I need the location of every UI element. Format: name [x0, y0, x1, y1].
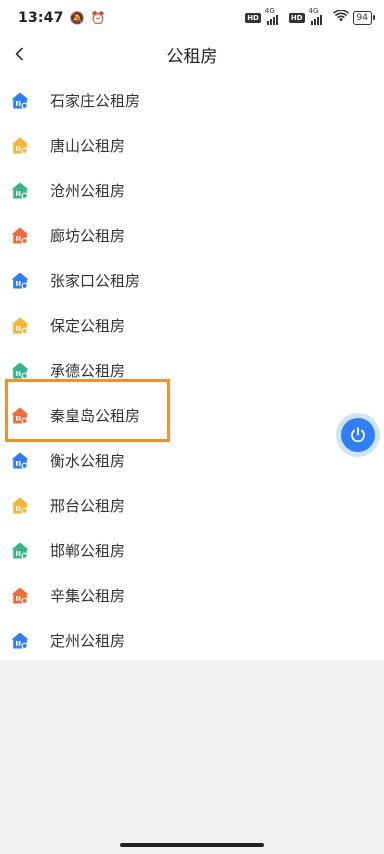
nav-bar: 公租房 — [0, 38, 384, 70]
power-button[interactable] — [336, 413, 380, 457]
alarm-icon: ⏰ — [90, 11, 106, 25]
list-item[interactable]: 辛集公租房 — [0, 573, 384, 618]
home-indicator[interactable] — [120, 843, 264, 847]
list-item-label: 保定公租房 — [50, 317, 126, 335]
network-label: 4G — [264, 7, 275, 15]
list-item[interactable]: 沧州公租房 — [0, 168, 384, 213]
list-item-label: 定州公租房 — [50, 632, 126, 650]
list-item[interactable]: 石家庄公租房 — [0, 78, 384, 123]
wifi-icon — [332, 9, 349, 26]
signal-icon: 4G — [265, 7, 285, 25]
app-screen: 13:47 🔕 ⏰ HD 4G HD 4G 94 公租房 石家庄公租房 唐山公租… — [0, 0, 384, 854]
house-icon — [10, 226, 30, 246]
hd-icon: HD — [245, 13, 261, 23]
network-label-2: 4G — [308, 7, 319, 15]
list-item-label: 承德公租房 — [50, 362, 126, 380]
status-right: HD 4G HD 4G 94 — [245, 7, 376, 26]
list-item[interactable]: 张家口公租房 — [0, 258, 384, 303]
power-button-inner — [341, 418, 375, 452]
house-icon — [10, 271, 30, 291]
status-time: 13:47 — [18, 10, 64, 26]
list-item-label: 石家庄公租房 — [50, 92, 141, 110]
list-item-label: 唐山公租房 — [50, 137, 126, 155]
list-item-label: 衡水公租房 — [50, 452, 126, 470]
highlight-box — [5, 379, 170, 442]
mute-icon: 🔕 — [69, 11, 85, 25]
list-item-label: 邯郸公租房 — [50, 542, 126, 560]
power-icon — [351, 427, 365, 443]
list-item-label: 邢台公租房 — [50, 497, 126, 515]
status-bar: 13:47 🔕 ⏰ HD 4G HD 4G 94 — [0, 0, 384, 38]
house-icon — [10, 91, 30, 111]
house-icon — [10, 586, 30, 606]
battery-indicator: 94 — [352, 11, 376, 25]
list-item-label: 张家口公租房 — [50, 272, 141, 290]
list-item[interactable]: 保定公租房 — [0, 303, 384, 348]
list-item[interactable]: 廊坊公租房 — [0, 213, 384, 258]
hd-icon-2: HD — [288, 13, 305, 23]
list-item-label: 辛集公租房 — [50, 587, 126, 605]
city-list: 石家庄公租房 唐山公租房 沧州公租房 廊坊公租房 张家口公租房 保定公租房 承德公租房 秦皇岛… — [0, 70, 384, 660]
signal-icon-2: 4G — [309, 7, 329, 25]
list-item[interactable]: 邯郸公租房 — [0, 528, 384, 573]
list-item[interactable]: 衡水公租房 — [0, 438, 384, 483]
house-icon — [10, 451, 30, 471]
page-title: 公租房 — [166, 47, 218, 67]
list-item-label: 廊坊公租房 — [50, 227, 126, 245]
house-icon — [10, 136, 30, 156]
house-icon — [10, 361, 30, 381]
house-icon — [10, 316, 30, 336]
list-item-label: 沧州公租房 — [50, 182, 126, 200]
list-item[interactable]: 唐山公租房 — [0, 123, 384, 168]
list-item[interactable]: 邢台公租房 — [0, 483, 384, 528]
status-left: 13:47 🔕 ⏰ — [18, 10, 105, 26]
list-item[interactable]: 定州公租房 — [0, 618, 384, 663]
house-icon — [10, 496, 30, 516]
house-icon — [10, 631, 30, 651]
house-icon — [10, 181, 30, 201]
house-icon — [10, 541, 30, 561]
